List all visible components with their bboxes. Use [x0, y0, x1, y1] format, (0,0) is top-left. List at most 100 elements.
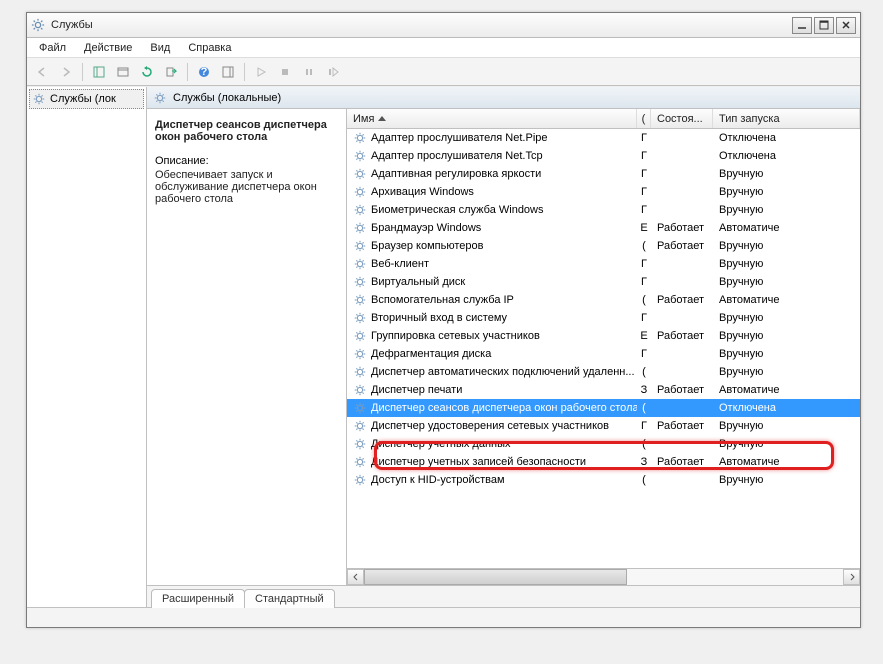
main-area: Службы (локальные) Диспетчер сеансов дис… — [147, 87, 860, 607]
menu-file[interactable]: Файл — [31, 40, 74, 56]
service-row[interactable]: Диспетчер печатиЗРаботаетАвтоматиче — [347, 381, 860, 399]
service-row[interactable]: Группировка сетевых участниковЕРаботаетВ… — [347, 327, 860, 345]
service-startup: Вручную — [713, 273, 860, 291]
export-button[interactable] — [160, 61, 182, 83]
service-row[interactable]: Адаптер прослушивателя Net.PipeГОтключен… — [347, 129, 860, 147]
service-row[interactable]: Адаптер прослушивателя Net.TcpГОтключена — [347, 147, 860, 165]
service-row[interactable]: Виртуальный дискГВручную — [347, 273, 860, 291]
service-startup: Вручную — [713, 417, 860, 435]
show-hide-tree-button[interactable] — [88, 61, 110, 83]
service-row[interactable]: Диспетчер сеансов диспетчера окон рабоче… — [347, 399, 860, 417]
horizontal-scrollbar[interactable] — [347, 568, 860, 585]
scroll-track[interactable] — [364, 569, 843, 585]
gear-icon — [353, 473, 367, 487]
tab-standard[interactable]: Стандартный — [244, 589, 335, 608]
service-row[interactable]: Биометрическая служба WindowsГВручную — [347, 201, 860, 219]
list-header: Имя ( Состоя... Тип запуска — [347, 109, 860, 129]
service-desc: Г — [637, 345, 651, 363]
service-startup: Автоматиче — [713, 291, 860, 309]
pause-service-button[interactable] — [298, 61, 320, 83]
service-name: Вторичный вход в систему — [371, 312, 507, 324]
service-state — [651, 399, 713, 417]
menu-help[interactable]: Справка — [180, 40, 239, 56]
service-row[interactable]: Диспетчер учетных данных(Вручную — [347, 435, 860, 453]
service-desc: ( — [637, 291, 651, 309]
stop-service-button[interactable] — [274, 61, 296, 83]
service-list[interactable]: Адаптер прослушивателя Net.PipeГОтключен… — [347, 129, 860, 568]
gear-icon — [353, 167, 367, 181]
separator — [187, 63, 188, 81]
service-desc: Г — [637, 417, 651, 435]
show-action-pane-button[interactable] — [217, 61, 239, 83]
tab-extended[interactable]: Расширенный — [151, 589, 245, 608]
scroll-thumb[interactable] — [364, 569, 627, 585]
service-row[interactable]: Архивация WindowsГВручную — [347, 183, 860, 201]
service-name: Архивация Windows — [371, 186, 474, 198]
col-state[interactable]: Состоя... — [651, 109, 713, 128]
properties-button[interactable] — [112, 61, 134, 83]
maximize-button[interactable] — [814, 17, 834, 34]
details-pane: Диспетчер сеансов диспетчера окон рабоче… — [147, 109, 347, 585]
service-name: Адаптер прослушивателя Net.Pipe — [371, 132, 548, 144]
service-desc: ( — [637, 237, 651, 255]
main-header: Службы (локальные) — [147, 87, 860, 109]
col-desc[interactable]: ( — [637, 109, 651, 128]
service-row[interactable]: Веб-клиентГВручную — [347, 255, 860, 273]
service-state — [651, 201, 713, 219]
selected-service-name: Диспетчер сеансов диспетчера окон рабоче… — [155, 119, 338, 143]
service-name: Дефрагментация диска — [371, 348, 491, 360]
service-row[interactable]: Диспетчер автоматических подключений уда… — [347, 363, 860, 381]
nav-services-local[interactable]: Службы (лок — [29, 89, 144, 109]
minimize-button[interactable] — [792, 17, 812, 34]
menu-action[interactable]: Действие — [76, 40, 140, 56]
service-name: Диспетчер сеансов диспетчера окон рабоче… — [371, 402, 637, 414]
back-button[interactable] — [31, 61, 53, 83]
service-name: Диспетчер автоматических подключений уда… — [371, 366, 635, 378]
nav-tree[interactable]: Службы (лок — [27, 87, 147, 607]
titlebar[interactable]: Службы — [27, 13, 860, 38]
service-state — [651, 471, 713, 489]
service-name: Диспетчер учетных данных — [371, 438, 511, 450]
service-row[interactable]: Диспетчер учетных записей безопасностиЗР… — [347, 453, 860, 471]
service-row[interactable]: Вспомогательная служба IP(РаботаетАвтома… — [347, 291, 860, 309]
toolbar: ? — [27, 58, 860, 86]
service-row[interactable]: Дефрагментация дискаГВручную — [347, 345, 860, 363]
restart-service-button[interactable] — [322, 61, 344, 83]
service-startup: Вручную — [713, 327, 860, 345]
service-startup: Вручную — [713, 237, 860, 255]
gear-icon — [32, 92, 46, 106]
menu-view[interactable]: Вид — [142, 40, 178, 56]
service-startup: Вручную — [713, 165, 860, 183]
help-button[interactable]: ? — [193, 61, 215, 83]
service-state: Работает — [651, 237, 713, 255]
gear-icon — [353, 131, 367, 145]
service-desc: Г — [637, 201, 651, 219]
scroll-right-button[interactable] — [843, 569, 860, 585]
service-desc: ( — [637, 435, 651, 453]
service-row[interactable]: Браузер компьютеров(РаботаетВручную — [347, 237, 860, 255]
gear-icon — [353, 293, 367, 307]
service-startup: Вручную — [713, 201, 860, 219]
service-name: Диспетчер учетных записей безопасности — [371, 456, 586, 468]
start-service-button[interactable] — [250, 61, 272, 83]
service-row[interactable]: Брандмауэр WindowsЕРаботаетАвтоматиче — [347, 219, 860, 237]
service-row[interactable]: Диспетчер удостоверения сетевых участник… — [347, 417, 860, 435]
service-desc: ( — [637, 363, 651, 381]
close-button[interactable] — [836, 17, 856, 34]
service-state: Работает — [651, 417, 713, 435]
list-split: Диспетчер сеансов диспетчера окон рабоче… — [147, 109, 860, 585]
service-state — [651, 273, 713, 291]
col-startup[interactable]: Тип запуска — [713, 109, 860, 128]
forward-button[interactable] — [55, 61, 77, 83]
service-desc: ( — [637, 471, 651, 489]
service-row[interactable]: Вторичный вход в системуГВручную — [347, 309, 860, 327]
refresh-button[interactable] — [136, 61, 158, 83]
list-wrap: Имя ( Состоя... Тип запуска Адаптер прос… — [347, 109, 860, 585]
gear-icon — [353, 185, 367, 199]
service-row[interactable]: Адаптивная регулировка яркостиГВручную — [347, 165, 860, 183]
service-state: Работает — [651, 327, 713, 345]
body: Службы (лок Службы (локальные) Диспетчер… — [27, 86, 860, 607]
scroll-left-button[interactable] — [347, 569, 364, 585]
service-row[interactable]: Доступ к HID-устройствам(Вручную — [347, 471, 860, 489]
col-name[interactable]: Имя — [347, 109, 637, 128]
